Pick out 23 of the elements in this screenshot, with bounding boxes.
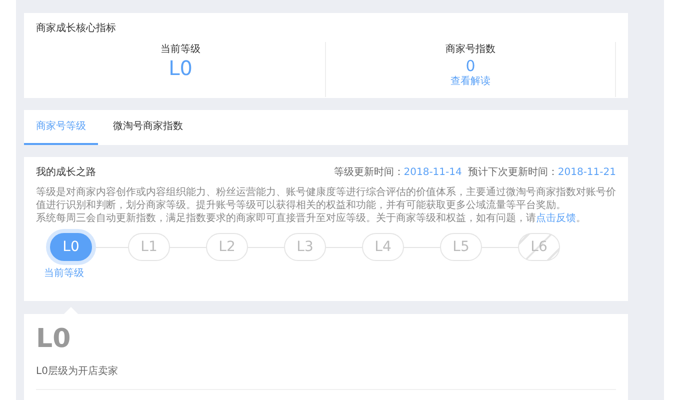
interpretation-link[interactable]: 查看解读 bbox=[450, 76, 490, 88]
level-step[interactable]: L2 bbox=[206, 233, 248, 261]
description-text: 等级是对商家内容创作或内容组织能力、粉丝运营能力、账号健康度等进行综合评估的价值体系，主要通过微淘号商家指数对账号价值进行识别和判断，划分商家等级。提升账号等级可以获得相关的权益和功能，并有可能获取更多公域流量等平台奖励。 bbox=[36, 186, 616, 212]
detail-description: L0层级为开店卖家 bbox=[36, 364, 119, 379]
update-label: 等级更新时间：2018-11-14 bbox=[334, 166, 462, 180]
level-step[interactable]: L6 bbox=[518, 233, 560, 261]
detail-level: L0 bbox=[36, 324, 72, 354]
level-step[interactable]: L4 bbox=[362, 233, 404, 261]
card-title: 商家成长核心指标 bbox=[36, 22, 117, 36]
tab[interactable]: 商家号等级 bbox=[24, 110, 98, 145]
metric-label: 商家号指数 bbox=[446, 44, 496, 56]
metric-value: 0 bbox=[466, 56, 476, 76]
metric-label: 当前等级 bbox=[160, 44, 200, 56]
description-text: 系统每周三会自动更新指数，满足指数要求的商家即可直接晋升至对应等级。关于商家等级和权益，如有问题，请点击反馈。 bbox=[36, 212, 587, 225]
feedback-link[interactable]: 点击反馈 bbox=[536, 213, 576, 224]
level-step[interactable]: L5 bbox=[440, 233, 482, 261]
current-level-label: 当前等级 bbox=[44, 266, 84, 281]
tab[interactable]: 微淘号商家指数 bbox=[98, 110, 198, 145]
section-title: 我的成长之路 bbox=[36, 166, 96, 180]
level-step[interactable]: L3 bbox=[284, 233, 326, 261]
metric-value: L0 bbox=[168, 56, 192, 80]
level-step[interactable]: L1 bbox=[128, 233, 170, 261]
next-update-label: 预计下次更新时间：2018-11-21 bbox=[468, 166, 616, 180]
